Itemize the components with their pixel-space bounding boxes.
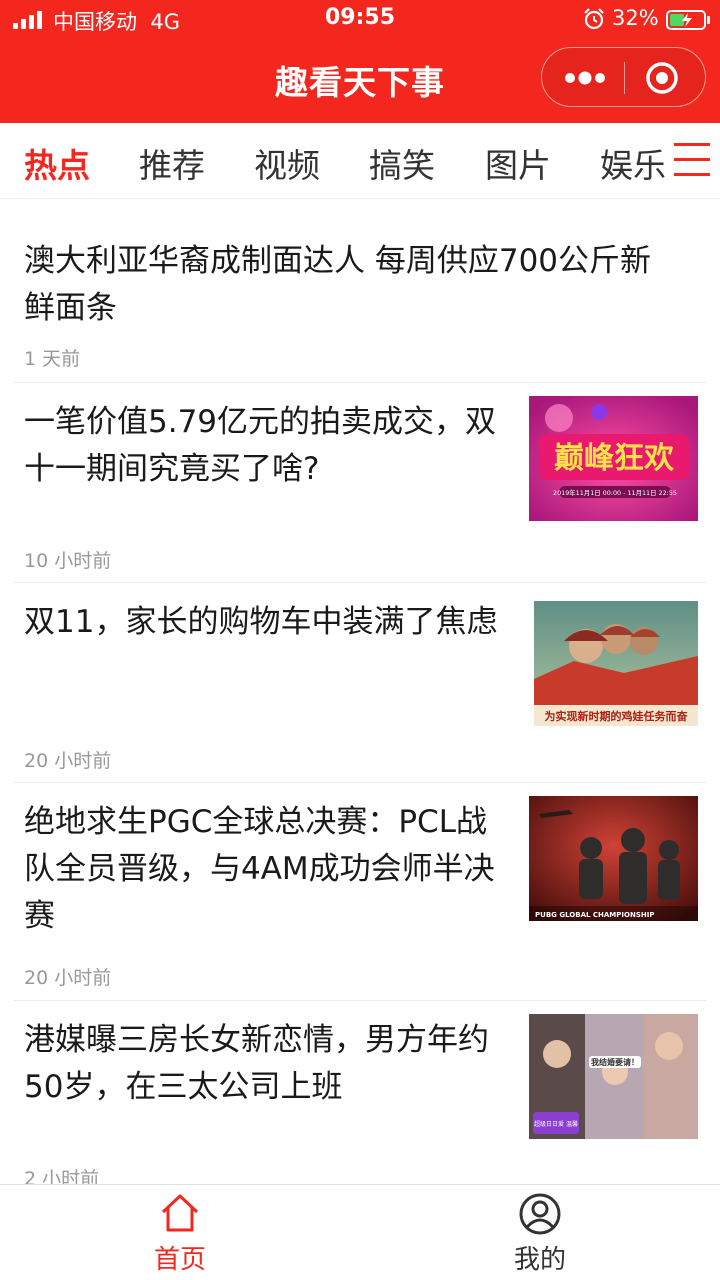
home-icon [161, 1194, 199, 1232]
news-title: 绝地求生PGC全球总决赛：PCL战 队全员晋级，与4AM成功会师半决 赛 [24, 804, 495, 934]
news-title: 澳大利亚华裔成制面达人 每周供应700公斤新 鲜面条 [24, 243, 652, 326]
menu-icon[interactable] [674, 143, 710, 177]
svg-text:PUBG GLOBAL CHAMPIONSHIP: PUBG GLOBAL CHAMPIONSHIP [535, 911, 654, 919]
nav-home[interactable]: 首页 [80, 1185, 280, 1280]
news-item[interactable]: 澳大利亚华裔成制面达人 每周供应700公斤新 鲜面条 1 天前 [14, 216, 706, 383]
battery-icon [666, 10, 710, 30]
news-thumbnail: PUBG GLOBAL CHAMPIONSHIP [529, 796, 698, 921]
close-miniprogram-icon[interactable] [644, 60, 680, 96]
svg-text:我结婚要请！: 我结婚要请！ [591, 1057, 639, 1067]
news-item[interactable]: 港媒曝三房长女新恋情，男方年约 50岁，在三太公司上班 我结婚要请！ 超级日日爱… [14, 1001, 706, 1184]
news-thumbnail: 为实现新时期的鸡娃任务而奋 [534, 601, 698, 726]
user-icon [519, 1193, 561, 1235]
bottom-navigation: 首页 我的 [0, 1184, 720, 1280]
news-time: 1 天前 [24, 348, 81, 370]
tab-entertainment[interactable]: 娱乐 [600, 139, 666, 187]
news-time: 2 小时前 [24, 1168, 100, 1184]
tab-hot[interactable]: 热点 [24, 139, 90, 187]
news-item[interactable]: 绝地求生PGC全球总决赛：PCL战 队全员晋级，与4AM成功会师半决 赛 PUB… [14, 783, 706, 1001]
news-time: 20 小时前 [24, 750, 112, 772]
battery-percent: 32% [612, 6, 659, 30]
svg-text:2019年11月1日 00:00 - 11月11日 22:5: 2019年11月1日 00:00 - 11月11日 22:55 [553, 488, 677, 497]
news-time: 10 小时前 [24, 550, 112, 572]
tab-recommend[interactable]: 推荐 [139, 139, 205, 187]
news-thumbnail: 我结婚要请！ 超级日日爱 温馨 [529, 1014, 698, 1139]
svg-text:巅峰狂欢: 巅峰狂欢 [554, 441, 675, 476]
news-title: 港媒曝三房长女新恋情，男方年约 50岁，在三太公司上班 [24, 1022, 489, 1105]
news-thumbnail: 巅峰狂欢 2019年11月1日 00:00 - 11月11日 22:55 [529, 396, 698, 521]
more-icon[interactable] [562, 64, 608, 92]
tab-funny[interactable]: 搞笑 [369, 139, 435, 187]
nav-profile[interactable]: 我的 [440, 1185, 640, 1280]
status-bar: 中国移动 4G 09:55 32% [0, 0, 720, 40]
capsule-divider [624, 62, 625, 94]
news-time: 20 小时前 [24, 967, 112, 989]
nav-home-label: 首页 [153, 1245, 206, 1275]
svg-text:超级日日爱 温馨: 超级日日爱 温馨 [534, 1120, 578, 1128]
news-feed: 澳大利亚华裔成制面达人 每周供应700公斤新 鲜面条 1 天前 一笔价值5.79… [0, 200, 720, 1184]
alarm-icon [584, 8, 604, 30]
news-item[interactable]: 一笔价值5.79亿元的拍卖成交，双 十一期间究竟买了啥? 巅峰狂欢 2019年1… [14, 383, 706, 583]
miniprogram-capsule [541, 47, 706, 107]
news-title: 一笔价值5.79亿元的拍卖成交，双 十一期间究竟买了啥? [24, 404, 497, 487]
news-item[interactable]: 双11，家长的购物车中装满了焦虑 为实现新时期的鸡娃任务而奋 20 小时前 [14, 583, 706, 783]
tab-pictures[interactable]: 图片 [485, 139, 551, 187]
top-header: 中国移动 4G 09:55 32% 趣看天下事 [0, 0, 720, 123]
category-tabs: 热点 推荐 视频 搞笑 图片 娱乐 [0, 123, 720, 199]
tab-video[interactable]: 视频 [254, 139, 320, 187]
nav-profile-label: 我的 [513, 1245, 566, 1275]
news-title: 双11，家长的购物车中装满了焦虑 [24, 604, 498, 640]
svg-text:为实现新时期的鸡娃任务而奋: 为实现新时期的鸡娃任务而奋 [545, 709, 689, 723]
